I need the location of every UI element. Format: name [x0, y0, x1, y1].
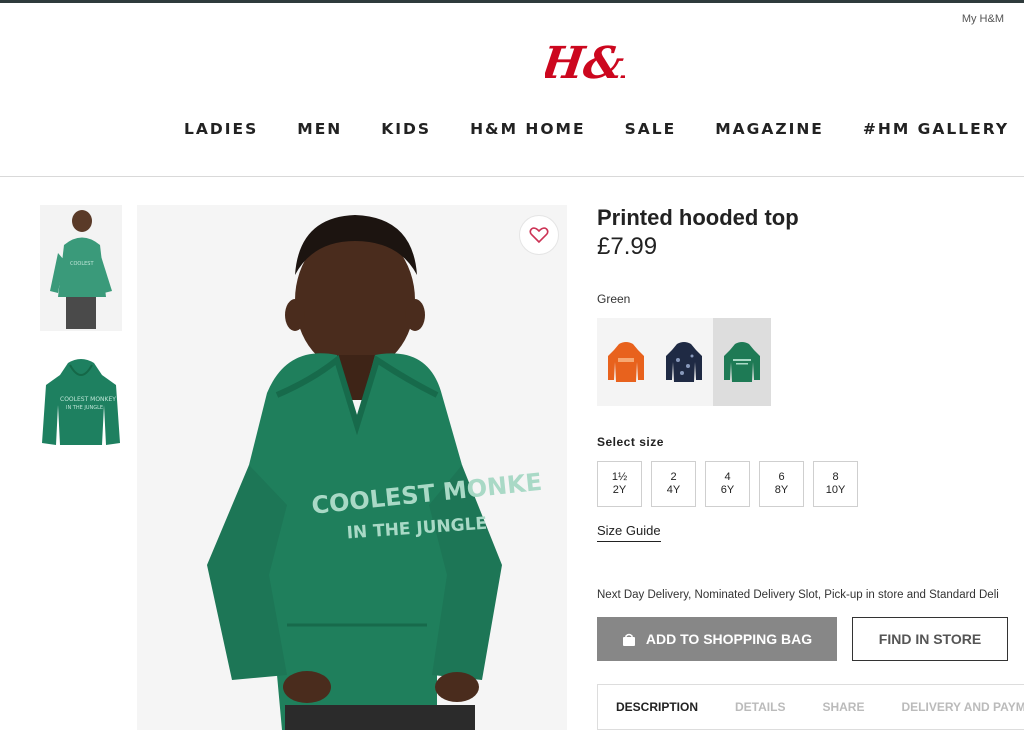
color-swatches [597, 318, 771, 406]
swatch-navy[interactable] [655, 318, 713, 406]
nav-item-kids[interactable]: KIDS [381, 120, 431, 138]
tab-details[interactable]: DETAILS [735, 700, 785, 714]
swatch-orange[interactable] [597, 318, 655, 406]
shopping-bag-icon [622, 633, 635, 646]
product-price: £7.99 [597, 233, 658, 260]
size-option-10y[interactable]: 8 10Y [813, 461, 858, 507]
svg-text:IN THE JUNGLE: IN THE JUNGLE [66, 405, 103, 411]
swatch-green[interactable] [713, 318, 771, 406]
size-age: 4 [724, 471, 731, 483]
header-divider [0, 176, 1024, 177]
main-nav: LADIES MEN KIDS H&M HOME SALE MAGAZINE #… [184, 120, 1024, 138]
size-option-4y[interactable]: 2 4Y [651, 461, 696, 507]
size-options: 1½ 2Y 2 4Y 4 6Y 6 8Y 8 10Y [597, 461, 858, 507]
size-age: 6 [778, 471, 785, 483]
size-label: 8Y [774, 484, 789, 496]
selected-color-label: Green [597, 292, 631, 306]
size-option-6y[interactable]: 4 6Y [705, 461, 750, 507]
favorite-button[interactable] [519, 215, 559, 255]
tab-share[interactable]: SHARE [822, 700, 864, 714]
nav-item-ladies[interactable]: LADIES [184, 120, 258, 138]
product-name: Printed hooded top [597, 205, 799, 230]
my-account-link[interactable]: My H&M [962, 13, 1004, 25]
size-label: 2Y [612, 484, 627, 496]
add-to-bag-label: ADD TO SHOPPING BAG [645, 631, 813, 647]
size-option-8y[interactable]: 6 8Y [759, 461, 804, 507]
product-main-image[interactable]: COOLEST MONKE IN THE JUNGLE [137, 205, 567, 730]
nav-item-hm-home[interactable]: H&M HOME [470, 120, 585, 138]
size-age: 1½ [611, 471, 628, 483]
size-age: 8 [832, 471, 839, 483]
size-age: 2 [670, 471, 677, 483]
nav-item-hm-gallery[interactable]: #HM GALLERY [863, 120, 1009, 138]
delivery-info: Next Day Delivery, Nominated Delivery Sl… [597, 589, 999, 601]
top-bar [0, 0, 1024, 3]
select-size-heading: Select size [597, 435, 664, 449]
nav-item-sale[interactable]: SALE [625, 120, 677, 138]
size-guide-link[interactable]: Size Guide [597, 523, 661, 542]
brand-logo[interactable]: H&M [537, 30, 678, 90]
thumbnail-hoodie-flat[interactable]: COOLEST MONKEY IN THE JUNGLE [40, 355, 122, 450]
svg-text:COOLEST MONKEY: COOLEST MONKEY [60, 396, 116, 403]
product-info-tabs: DESCRIPTION DETAILS SHARE DELIVERY AND P… [597, 684, 1024, 730]
heart-icon [529, 227, 549, 244]
size-option-2y[interactable]: 1½ 2Y [597, 461, 642, 507]
tab-description[interactable]: DESCRIPTION [616, 700, 698, 714]
nav-item-men[interactable]: MEN [297, 120, 342, 138]
thumbnail-model[interactable]: COOLEST [40, 205, 122, 331]
svg-text:COOLEST: COOLEST [70, 261, 94, 267]
size-label: 10Y [825, 484, 846, 496]
nav-item-magazine[interactable]: MAGAZINE [715, 120, 824, 138]
find-in-store-button[interactable]: FIND IN STORE [852, 617, 1008, 661]
brand-logo-text: H&M [545, 37, 625, 89]
size-label: 4Y [666, 484, 681, 496]
tab-delivery-payment[interactable]: DELIVERY AND PAYM [901, 700, 1024, 714]
add-to-bag-button[interactable]: ADD TO SHOPPING BAG [597, 617, 837, 661]
size-label: 6Y [720, 484, 735, 496]
